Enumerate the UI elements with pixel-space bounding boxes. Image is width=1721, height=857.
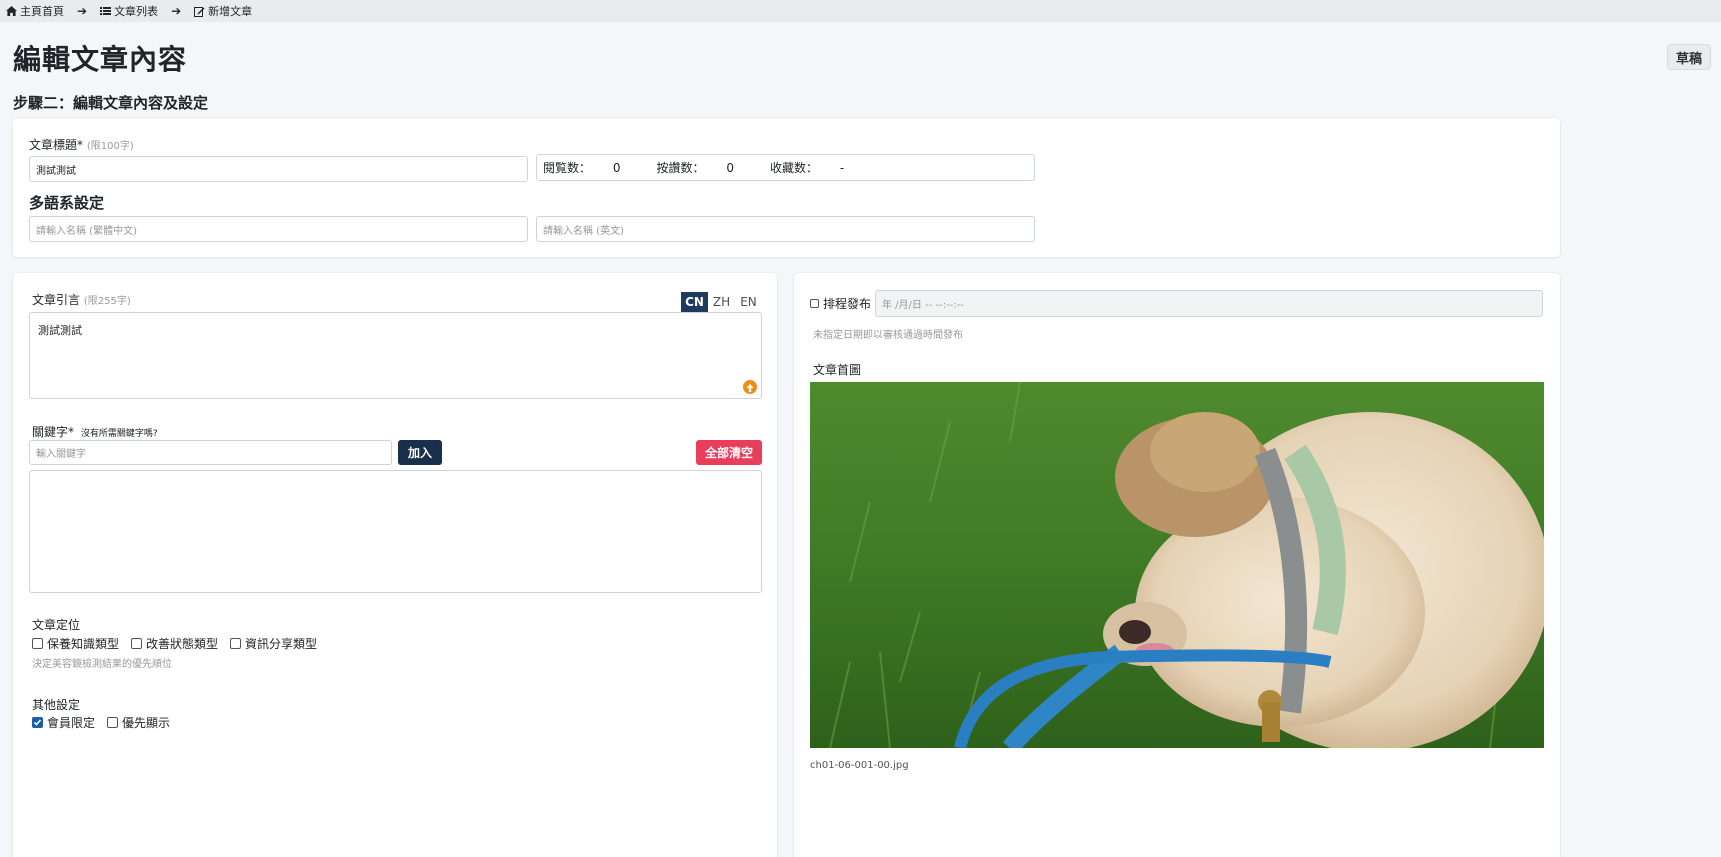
article-basic-card: 文章標題* (限100字) 測試測試 閱覧数： 0 按讚数： 0 收藏数： - … xyxy=(13,118,1560,257)
option-label: 保養知識類型 xyxy=(47,637,120,651)
name-en-input[interactable]: 請輸入名稱 (英文) xyxy=(536,216,1035,242)
positioning-options: 保養知識類型 改善狀態類型 資訊分享類型 xyxy=(32,635,329,652)
option-label: 資訊分享類型 xyxy=(245,637,318,651)
keywords-label: 關鍵字* 沒有所需關鍵字嗎? xyxy=(32,423,158,440)
arrow-up-circle-icon[interactable] xyxy=(743,380,757,394)
tab-en[interactable]: EN xyxy=(735,292,762,312)
arrow-right-icon: ➔ xyxy=(77,4,88,18)
option-info-share[interactable]: 資訊分享類型 xyxy=(230,635,317,652)
check-icon xyxy=(33,719,42,726)
step-title: 步驟二：編輯文章內容及設定 xyxy=(13,94,209,112)
cover-filename: ch01-06-001-00.jpg xyxy=(810,760,909,771)
name-zh-input[interactable]: 請輸入名稱 (繁體中文) xyxy=(29,216,528,242)
checkbox[interactable] xyxy=(230,638,242,649)
breadcrumb: 主頁首頁 ➔ 文章列表 ➔ 新增文章 xyxy=(0,0,1721,22)
intro-label: 文章引言 (限255字) xyxy=(32,291,131,308)
breadcrumb-current-label: 新增文章 xyxy=(208,5,253,18)
likes-stat: 按讚数： 0 xyxy=(656,159,751,176)
list-icon xyxy=(100,6,112,16)
positioning-label: 文章定位 xyxy=(32,618,81,632)
schedule-help: 未指定日期即以審核通過時間發布 xyxy=(813,330,963,341)
checkbox[interactable] xyxy=(810,299,819,308)
breadcrumb-home-label: 主頁首頁 xyxy=(20,5,64,18)
schedule-datetime-input[interactable]: 年 /月/日 -- --:--:-- xyxy=(875,290,1543,317)
edit-icon xyxy=(194,6,205,17)
tab-zh[interactable]: ZH xyxy=(708,292,735,312)
intro-hint: (限255字) xyxy=(83,296,131,307)
favs-stat: 收藏数： - xyxy=(770,159,862,176)
likes-stat-label: 按讚数： xyxy=(656,161,705,175)
views-stat-value: 0 xyxy=(612,161,621,175)
favs-stat-value: - xyxy=(839,161,845,175)
schedule-label: 排程發布 xyxy=(823,297,872,311)
tab-cn[interactable]: CN xyxy=(681,292,708,312)
priority-label: 優先顯示 xyxy=(122,716,171,730)
home-icon xyxy=(6,6,17,16)
cover-image xyxy=(810,382,1544,748)
option-care-knowledge[interactable]: 保養知識類型 xyxy=(32,635,119,652)
title-label: 文章標題* (限100字) xyxy=(29,136,134,153)
checkbox[interactable] xyxy=(131,638,143,649)
other-settings-label: 其他設定 xyxy=(32,698,81,712)
keyword-input[interactable]: 輸入關鍵字 xyxy=(29,440,392,465)
intro-text: 測試測試 xyxy=(38,324,82,337)
likes-stat-value: 0 xyxy=(726,161,734,175)
title-label-text: 文章標題* xyxy=(29,138,84,152)
cover-image-label: 文章首圖 xyxy=(813,363,862,377)
members-only-label: 會員限定 xyxy=(47,716,96,730)
intro-textarea[interactable]: 測試測試 xyxy=(29,312,762,399)
views-stat: 閱覧数： 0 xyxy=(543,159,638,176)
clear-all-button[interactable]: 全部清空 xyxy=(696,440,762,465)
breadcrumb-home[interactable]: 主頁首頁 xyxy=(6,3,64,19)
breadcrumb-list[interactable]: 文章列表 xyxy=(100,3,158,19)
breadcrumb-current: 新增文章 xyxy=(194,3,252,19)
schedule-publish-option[interactable]: 排程發布 xyxy=(810,295,871,312)
positioning-help: 決定美容鏡檢測結果的優先順位 xyxy=(32,659,172,670)
add-keyword-button[interactable]: 加入 xyxy=(398,440,442,465)
members-only-option[interactable]: 會員限定 xyxy=(32,714,95,731)
checkbox-checked[interactable] xyxy=(32,717,43,728)
page-title: 編輯文章內容 xyxy=(13,43,188,76)
checkbox[interactable] xyxy=(32,638,43,649)
language-tabs: CN ZH EN xyxy=(681,292,762,312)
keyword-list-area xyxy=(29,470,762,593)
keywords-label-text: 關鍵字* xyxy=(32,425,75,439)
status-badge: 草稿 xyxy=(1666,44,1711,70)
keywords-hint-link[interactable]: 沒有所需關鍵字嗎? xyxy=(81,429,158,439)
option-label: 改善狀態類型 xyxy=(146,637,219,651)
arrow-right-icon: ➔ xyxy=(171,4,182,18)
other-settings-options: 會員限定 優先顯示 xyxy=(32,714,182,731)
stats-field: 閱覧数： 0 按讚数： 0 收藏数： - xyxy=(536,154,1035,181)
checkbox[interactable] xyxy=(107,717,119,728)
content-settings-card: 文章引言 (限255字) CN ZH EN 測試測試 關鍵字* 沒有所需關鍵字嗎… xyxy=(13,273,777,857)
views-stat-label: 閱覧数： xyxy=(543,161,592,175)
title-input[interactable]: 測試測試 xyxy=(29,156,528,182)
priority-option[interactable]: 優先顯示 xyxy=(107,714,170,731)
breadcrumb-list-label: 文章列表 xyxy=(114,5,159,18)
favs-stat-label: 收藏数： xyxy=(769,161,818,175)
intro-label-text: 文章引言 xyxy=(32,293,81,307)
option-improve-state[interactable]: 改善狀態類型 xyxy=(131,635,218,652)
title-hint: (限100字) xyxy=(86,141,134,152)
multilang-heading: 多語系設定 xyxy=(29,194,105,212)
